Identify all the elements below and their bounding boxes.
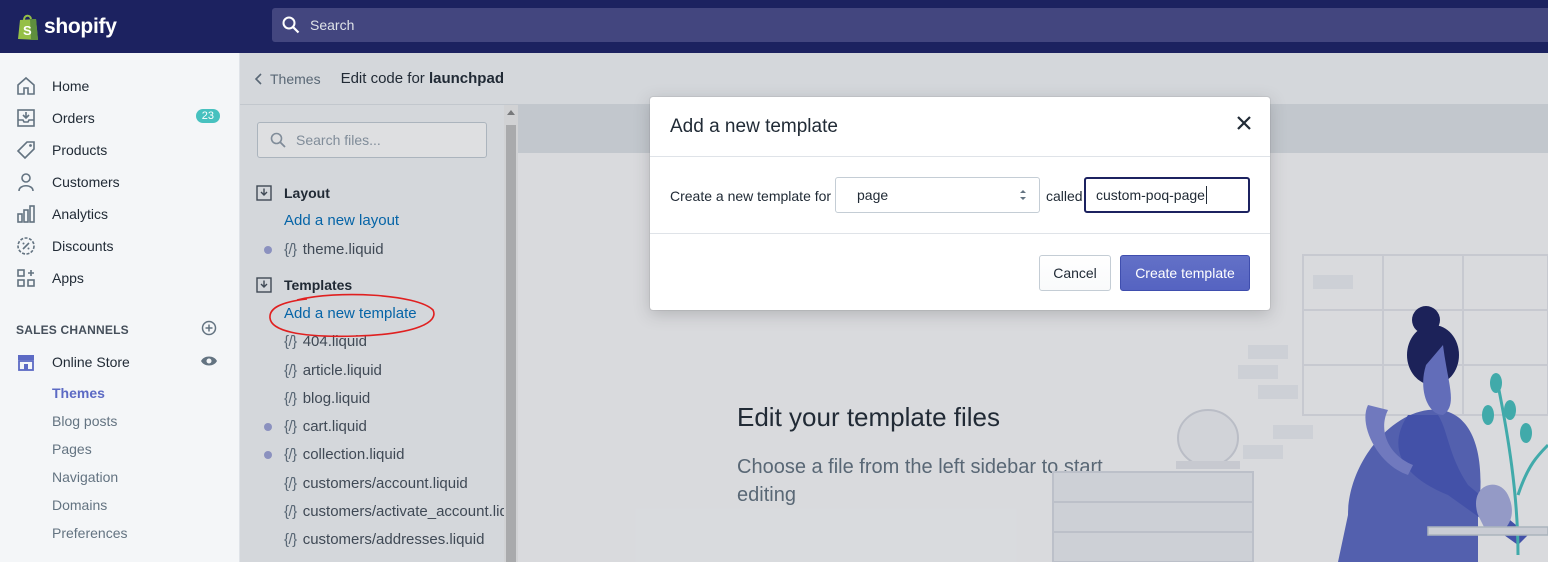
sub-item-preferences[interactable]: Preferences <box>52 525 127 541</box>
cancel-button[interactable]: Cancel <box>1039 255 1111 291</box>
sub-item-pages[interactable]: Pages <box>52 441 92 457</box>
discount-icon <box>16 236 36 256</box>
tag-icon <box>16 140 36 160</box>
create-template-button[interactable]: Create template <box>1120 255 1250 291</box>
add-template-modal: Add a new template Create a new template… <box>650 97 1270 310</box>
search-bar[interactable]: Search <box>272 8 1548 42</box>
sub-item-blog-posts[interactable]: Blog posts <box>52 413 117 429</box>
bar-chart-icon <box>16 204 36 224</box>
nav-item-products[interactable]: Products <box>0 136 240 164</box>
nav-label: Orders <box>52 110 95 126</box>
svg-text:S: S <box>23 23 32 38</box>
shopify-logo[interactable]: S shopify <box>0 0 240 53</box>
nav-label: Products <box>52 142 108 158</box>
modal-header: Add a new template <box>650 97 1270 157</box>
modal-title: Add a new template <box>670 115 838 137</box>
called-label: called <box>1046 188 1083 204</box>
template-type-select[interactable]: page <box>835 177 1040 213</box>
orders-icon <box>16 108 36 128</box>
sub-item-navigation[interactable]: Navigation <box>52 469 118 485</box>
select-arrows-icon <box>1020 190 1026 200</box>
main-navigation: Home Orders 23 Products Customers Analyt… <box>0 53 240 562</box>
nav-label: Discounts <box>52 238 114 254</box>
orders-count-badge: 23 <box>195 109 220 123</box>
template-name-input[interactable]: custom-poq-page <box>1084 177 1250 213</box>
nav-item-home[interactable]: Home <box>0 72 240 100</box>
template-type-value: page <box>857 187 889 203</box>
create-for-label: Create a new template for <box>670 188 832 204</box>
search-icon <box>282 16 300 34</box>
logo-text: shopify <box>44 14 117 38</box>
nav-item-orders[interactable]: Orders 23 <box>0 104 240 132</box>
close-icon[interactable] <box>1235 114 1253 132</box>
search-placeholder: Search <box>310 17 355 33</box>
nav-label: Analytics <box>52 206 109 222</box>
sub-item-domains[interactable]: Domains <box>52 497 107 513</box>
person-icon <box>16 172 36 192</box>
sales-channels-header: SALES CHANNELS <box>16 323 129 337</box>
nav-label: Online Store <box>52 354 130 370</box>
shopify-bag-icon: S <box>18 14 38 40</box>
view-store-eye-icon[interactable] <box>200 354 218 368</box>
annotation-circle <box>269 293 435 338</box>
text-caret <box>1205 186 1207 204</box>
add-sales-channel-icon[interactable] <box>201 320 217 336</box>
store-icon <box>16 352 36 372</box>
nav-item-analytics[interactable]: Analytics <box>0 200 240 228</box>
template-name-value: custom-poq-page <box>1096 187 1205 203</box>
nav-label: Apps <box>52 270 84 286</box>
apps-icon <box>16 268 36 288</box>
nav-label: Customers <box>52 174 120 190</box>
modal-body: Create a new template for page called cu… <box>650 158 1270 234</box>
nav-label: Home <box>52 78 90 94</box>
sub-item-themes[interactable]: Themes <box>52 385 105 401</box>
nav-item-customers[interactable]: Customers <box>0 168 240 196</box>
home-icon <box>16 76 36 96</box>
nav-item-apps[interactable]: Apps <box>0 264 240 292</box>
nav-item-discounts[interactable]: Discounts <box>0 232 240 260</box>
